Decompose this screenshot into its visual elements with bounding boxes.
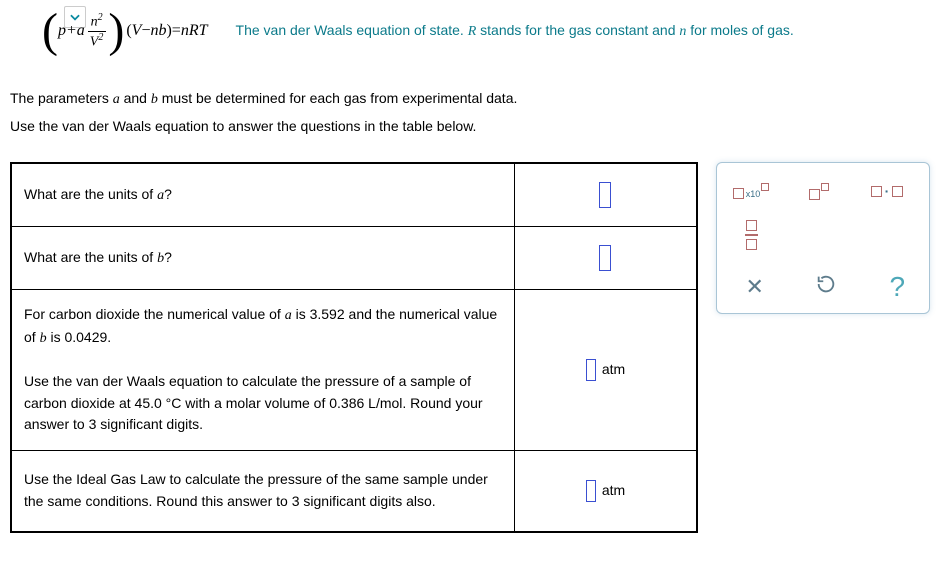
q3-p: significant digits. [96, 416, 203, 432]
paragraph-2: Use the van der Waals equation to answer… [10, 118, 476, 134]
fraction-bar-icon [745, 234, 758, 235]
q1-text: What are the units of a? [11, 163, 514, 227]
questions-table: What are the units of a? What are the un… [10, 162, 698, 533]
table-row: Use the Ideal Gas Law to calculate the p… [11, 451, 697, 532]
tool-row-2 [731, 219, 915, 251]
eq-rhs-R: R [189, 22, 199, 40]
caption-part1: The van der Waals equation of state. [236, 22, 468, 38]
paragraph-1: The parameters a and b must be determine… [10, 90, 517, 108]
caption-R: R [468, 24, 477, 39]
q4-b: 3 [292, 493, 300, 509]
eq-p: p [58, 22, 66, 40]
vdw-equation: ( p + a n2 V2 ) ( V − n b ) = n R T [42, 10, 208, 52]
q3-text: For carbon dioxide the numerical value o… [11, 290, 514, 451]
q3-answer-cell: atm [514, 290, 697, 451]
p1-e: must be determined for each gas from exp… [158, 90, 518, 106]
scientific-notation-button[interactable]: x10 [731, 175, 771, 207]
fraction-button[interactable] [731, 219, 771, 251]
q4-unit: atm [602, 482, 625, 498]
placeholder-box-icon [746, 239, 757, 250]
question-icon: ? [890, 271, 906, 303]
p1-c: and [120, 90, 151, 106]
table-row: For carbon dioxide the numerical value o… [11, 290, 697, 451]
help-button[interactable]: ? [880, 271, 915, 303]
q4-answer-cell: atm [514, 451, 697, 532]
q2-a: What are the units of [24, 249, 157, 265]
q3-c: is [292, 306, 310, 322]
q3-l: with a molar volume of [181, 395, 329, 411]
placeholder-box-icon [892, 186, 903, 197]
q1-c: ? [164, 186, 172, 202]
eq-equals: = [172, 22, 181, 40]
x-icon: ✕ [745, 274, 763, 300]
q4-text: Use the Ideal Gas Law to calculate the p… [11, 451, 514, 532]
equation-toolbox: x10 · ✕ [716, 162, 930, 314]
caption-part3: for moles of gas. [686, 22, 793, 38]
placeholder-box-icon [821, 183, 829, 191]
eq-n2: n [150, 22, 158, 40]
eq-rhs-T: T [199, 22, 208, 40]
eq-b: b [158, 22, 166, 40]
eq-frac: n2 V2 [87, 12, 107, 49]
q3-i: . [107, 329, 111, 345]
q2-c: ? [164, 249, 172, 265]
placeholder-box-icon [871, 186, 882, 197]
q3-f: b [40, 331, 47, 346]
placeholder-box-icon [809, 189, 820, 200]
q2-text: What are the units of b? [11, 227, 514, 290]
q3-b: a [285, 308, 292, 323]
q1-answer-cell [514, 163, 697, 227]
q4-c: significant digits also. [300, 493, 436, 509]
q3-a: For carbon dioxide the numerical value o… [24, 306, 285, 322]
equation-row: ( p + a n2 V2 ) ( V − n b ) = n R T The … [42, 10, 794, 52]
q2-input[interactable] [599, 245, 611, 271]
eq-minus: − [141, 22, 150, 40]
q3-m: 0.386 L/mol [329, 395, 402, 411]
q3-k: 45.0 °C [135, 395, 182, 411]
p1-d: b [151, 92, 158, 107]
placeholder-box-icon [733, 188, 744, 199]
caption-part2: stands for the gas constant and [476, 22, 679, 38]
eq-frac-den-sup: 2 [98, 32, 103, 43]
x10-label: x10 [746, 189, 761, 199]
placeholder-box-icon [761, 183, 769, 191]
q3-input[interactable] [586, 359, 596, 381]
q3-unit: atm [602, 361, 625, 377]
superscript-button[interactable] [799, 175, 839, 207]
q2-answer-cell [514, 227, 697, 290]
eq-frac-num-sup: 2 [98, 12, 103, 23]
tool-row-1: x10 · [731, 175, 915, 207]
q3-d: 3.592 [310, 306, 345, 322]
reset-button[interactable] [808, 271, 843, 303]
q1-a: What are the units of [24, 186, 157, 202]
placeholder-box-icon [746, 220, 757, 231]
q4-input[interactable] [586, 480, 596, 502]
p1-b: a [113, 92, 120, 107]
eq-a: a [77, 22, 85, 40]
multiply-dot-button[interactable]: · [867, 175, 907, 207]
equation-caption: The van der Waals equation of state. R s… [236, 22, 794, 40]
q3-h: 0.0429 [64, 329, 107, 345]
table-row: What are the units of b? [11, 227, 697, 290]
p1-a: The parameters [10, 90, 113, 106]
eq-frac-num: n [91, 15, 98, 30]
eq-V: V [132, 22, 142, 40]
table-row: What are the units of a? [11, 163, 697, 227]
reset-icon [815, 273, 837, 301]
eq-rhs-n: n [181, 22, 189, 40]
clear-button[interactable]: ✕ [737, 271, 772, 303]
eq-plus: + [66, 22, 77, 40]
tool-row-3: ✕ ? [731, 271, 915, 303]
q1-input[interactable] [599, 182, 611, 208]
q3-g: is [47, 329, 65, 345]
